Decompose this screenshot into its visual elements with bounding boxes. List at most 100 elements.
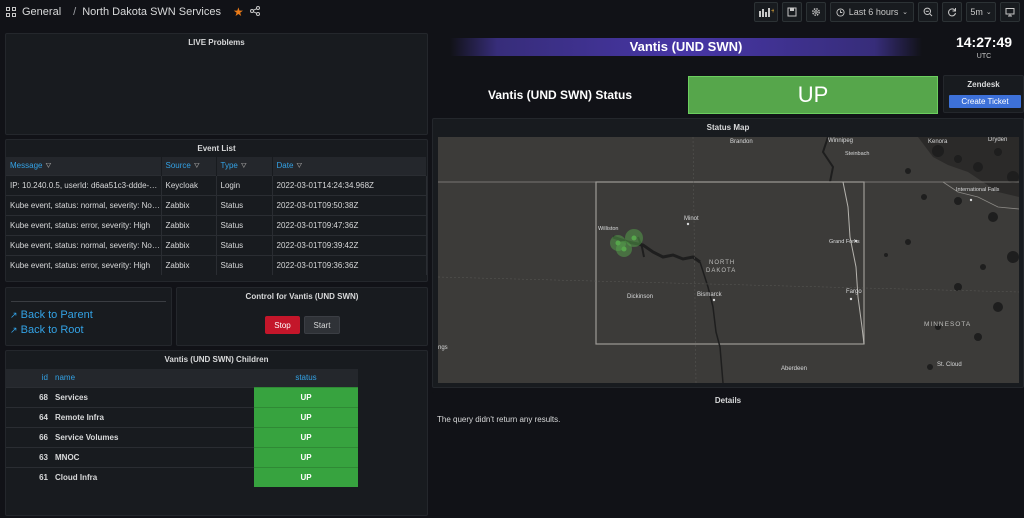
children-title: Vantis (UND SWN) Children (164, 355, 269, 364)
star-icon[interactable]: ★ (233, 5, 244, 19)
table-row[interactable]: IP: 10.240.0.5, userId: d6aa51c3-ddde-48… (6, 174, 427, 195)
dashboards-grid-icon[interactable] (6, 7, 16, 17)
column-header-label: Type (220, 160, 238, 170)
event-list-panel: Event List Message ⛛ Source ⛛ Type ⛛ Date ⛛ … (5, 139, 428, 282)
filter-icon[interactable]: ⛛ (296, 163, 302, 171)
map-label: Bismarck (697, 292, 723, 298)
zoom-out-button[interactable] (918, 2, 938, 22)
cell-name: Service Volumes (52, 426, 254, 447)
cell-status: UP (254, 466, 358, 487)
table-row[interactable]: 61 Cloud Infra UP (6, 466, 358, 487)
cell-name: MNOC (52, 446, 254, 467)
stop-button[interactable]: Stop (265, 316, 300, 334)
event-list-title: Event List (197, 144, 236, 153)
map-label: MINNESOTA (924, 321, 971, 328)
map-label: St. Cloud (937, 362, 962, 368)
filter-icon[interactable]: ⛛ (241, 163, 247, 171)
table-row[interactable]: 63 MNOC UP (6, 446, 358, 467)
create-ticket-button[interactable]: Create Ticket (949, 95, 1021, 108)
links-panel: ↗ Back to Parent ↗ Back to Root (5, 287, 172, 346)
start-button[interactable]: Start (304, 316, 340, 334)
refresh-button[interactable] (942, 2, 962, 22)
column-header-label: Date (276, 160, 294, 170)
control-title: Control for Vantis (UND SWN) (245, 292, 359, 301)
cell-date: 2022-03-01T09:39:42Z (272, 234, 427, 255)
back-to-root-link[interactable]: ↗ Back to Root (10, 324, 93, 336)
table-row[interactable]: 64 Remote Infra UP (6, 406, 358, 427)
status-map-title: Status Map (706, 123, 750, 132)
table-row[interactable]: 68 Services UP (6, 386, 358, 407)
column-header-name[interactable]: name (52, 369, 254, 387)
cell-type: Status (216, 234, 273, 255)
cell-type: Status (216, 194, 273, 215)
cell-id: 66 (6, 426, 52, 447)
cell-message: Kube event, status: normal, severity: No… (6, 234, 162, 255)
map-label: NORTH (709, 260, 735, 266)
time-range-label: Last 6 hours (848, 7, 899, 17)
details-title: Details (714, 396, 742, 405)
filter-icon[interactable]: ⛛ (45, 163, 51, 171)
column-header-status[interactable]: status (254, 369, 358, 387)
chevron-down-icon: ⌄ (902, 9, 908, 16)
column-header-label: Source (165, 160, 191, 170)
clock: 14:27:49 UTC (944, 34, 1024, 60)
map-label: Kenora (928, 139, 948, 145)
breadcrumb-folder[interactable]: General (22, 6, 61, 18)
cell-id: 63 (6, 446, 52, 467)
share-icon[interactable] (249, 5, 260, 19)
map-label: ngs (438, 345, 448, 351)
cell-source: Zabbix (161, 214, 217, 235)
save-dashboard-button[interactable] (782, 2, 802, 22)
add-panel-button[interactable]: + (754, 2, 778, 22)
cell-id: 61 (6, 466, 52, 487)
dashboard-title[interactable]: North Dakota SWN Services (82, 6, 221, 18)
back-to-parent-label: Back to Parent (20, 309, 93, 321)
map-label: International Falls (956, 187, 1000, 193)
cell-type: Login (216, 174, 273, 195)
status-map-panel: Status Map Brandon Winnipeg Steinbach Ke… (432, 118, 1024, 388)
external-link-icon: ↗ (10, 325, 18, 335)
column-header-label: Message (10, 160, 43, 170)
column-header-source[interactable]: Source ⛛ (161, 157, 217, 175)
table-row[interactable]: 66 Service Volumes UP (6, 426, 358, 447)
table-row[interactable]: Kube event, status: normal, severity: No… (6, 234, 427, 255)
cell-id: 64 (6, 406, 52, 427)
breadcrumb: General / North Dakota SWN Services (6, 6, 221, 18)
map-canvas[interactable]: Brandon Winnipeg Steinbach Kenora Dryden… (438, 137, 1019, 383)
live-problems-panel: LIVE Problems (5, 33, 428, 135)
tv-mode-button[interactable] (1000, 2, 1020, 22)
time-range-picker[interactable]: Last 6 hours ⌄ (830, 2, 914, 22)
map-label: Fargo (846, 289, 862, 295)
table-row[interactable]: Kube event, status: error, severity: Hig… (6, 254, 427, 275)
settings-button[interactable] (806, 2, 826, 22)
column-header-date[interactable]: Date ⛛ (272, 157, 427, 175)
clock-timezone: UTC (976, 53, 992, 60)
details-panel: Details (432, 392, 1024, 518)
table-row[interactable]: Kube event, status: normal, severity: No… (6, 194, 427, 215)
filter-icon[interactable]: ⛛ (194, 163, 200, 171)
service-banner: Vantis (UND SWN) (450, 38, 922, 56)
cell-source: Zabbix (161, 234, 217, 255)
add-panel-icon: + (759, 8, 774, 17)
refresh-icon (948, 8, 956, 17)
status-map[interactable]: Brandon Winnipeg Steinbach Kenora Dryden… (438, 137, 1019, 383)
top-bar: General / North Dakota SWN Services ★ + … (0, 0, 1024, 24)
cell-message: Kube event, status: error, severity: Hig… (6, 214, 162, 235)
table-row[interactable]: Kube event, status: error, severity: Hig… (6, 214, 427, 235)
map-label: Dryden (988, 137, 1007, 143)
cell-status: UP (254, 386, 358, 407)
cell-message: Kube event, status: normal, severity: No… (6, 194, 162, 215)
children-table: id name status 68 Services UP 64 Remote Inf… (6, 369, 358, 487)
control-panel: Control for Vantis (UND SWN) Stop Start (176, 287, 428, 346)
column-header-id[interactable]: id (6, 369, 52, 387)
column-header-type[interactable]: Type ⛛ (216, 157, 273, 175)
cell-status: UP (254, 446, 358, 467)
children-panel: Vantis (UND SWN) Children id name status… (5, 350, 428, 516)
back-to-parent-link[interactable]: ↗ Back to Parent (10, 309, 93, 321)
column-header-message[interactable]: Message ⛛ (6, 157, 162, 175)
cell-source: Zabbix (161, 254, 217, 275)
breadcrumb-separator: / (73, 6, 77, 18)
refresh-interval-picker[interactable]: 5m ⌄ (966, 2, 996, 22)
cell-name: Remote Infra (52, 406, 254, 427)
cell-source: Zabbix (161, 194, 217, 215)
